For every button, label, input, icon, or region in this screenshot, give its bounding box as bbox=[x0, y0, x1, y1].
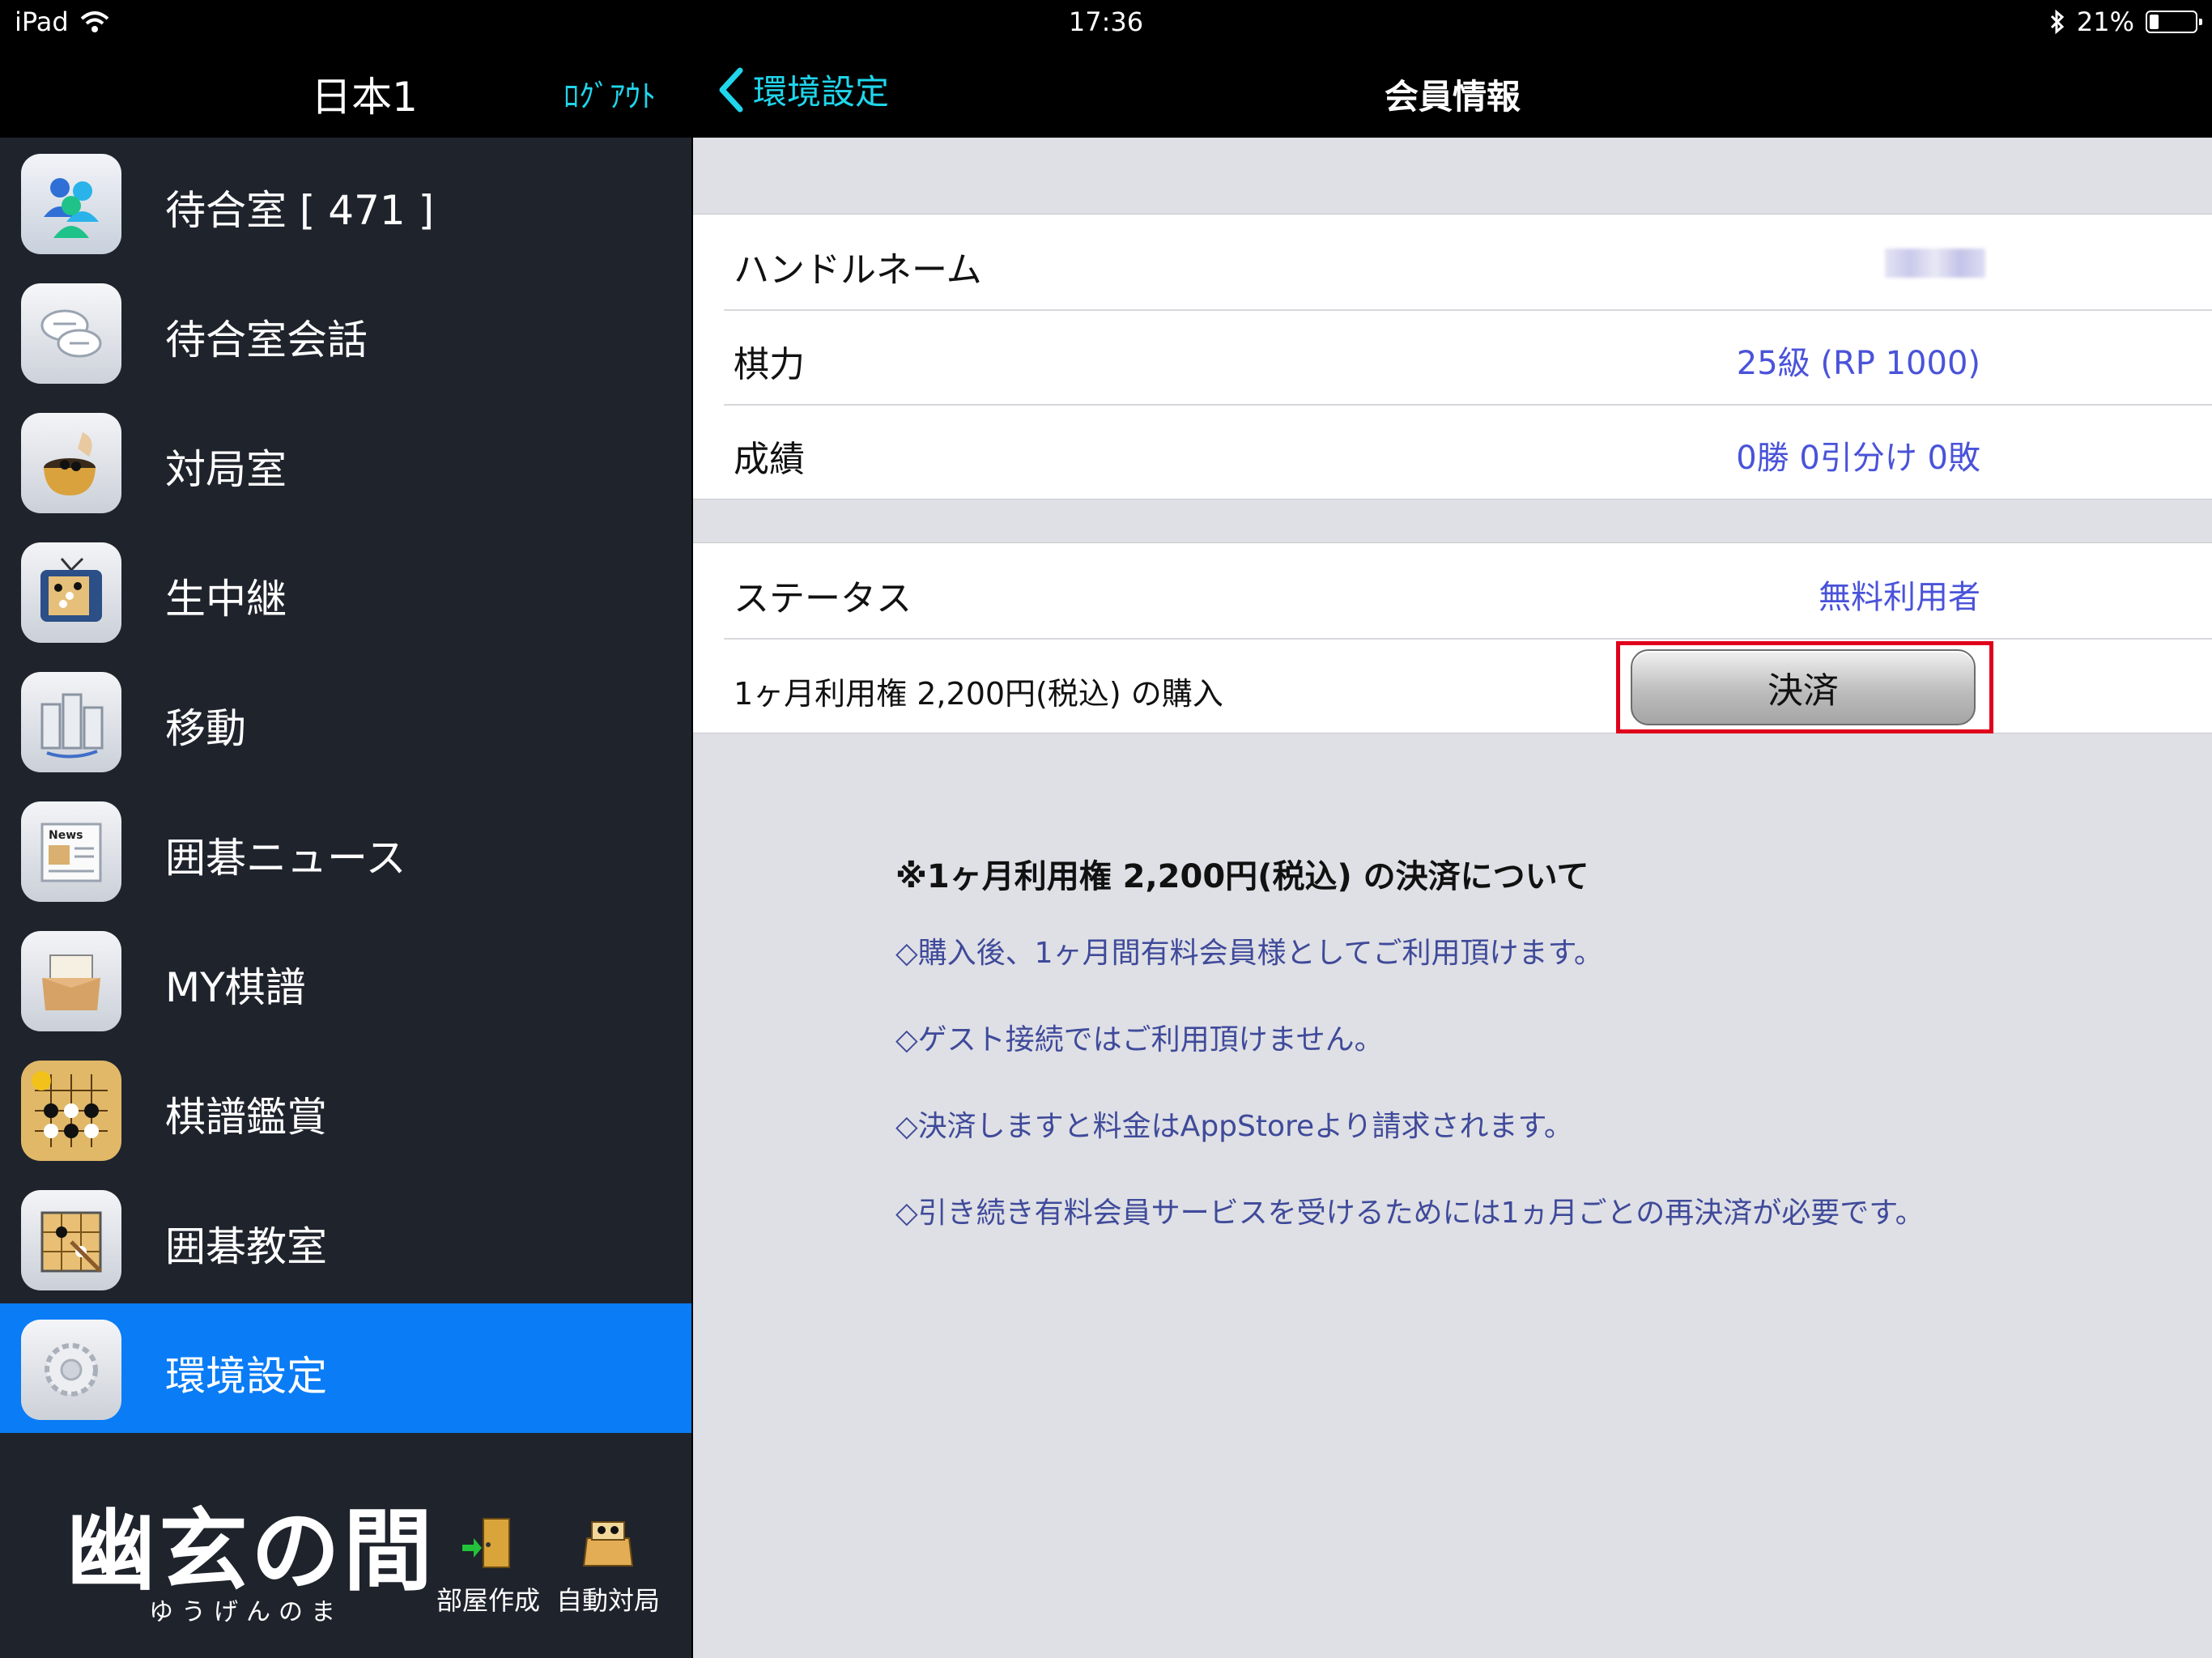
sidebar-footer: 幽玄の間 ゆうげんのま 部屋作成 自動対局 bbox=[0, 1433, 691, 1658]
sidebar-header: 日本1 ﾛｸﾞｱｳﾄ bbox=[0, 45, 691, 138]
sidebar-item-go-classroom[interactable]: 囲碁教室 bbox=[0, 1174, 691, 1303]
auto-match-label: 自動対局 bbox=[555, 1585, 660, 1616]
handle-name-row: ハンドルネーム bbox=[693, 215, 2212, 309]
record-value: 0勝 0引分け 0敗 bbox=[1736, 440, 1980, 477]
go-bowl-icon bbox=[21, 413, 121, 513]
auto-match-icon bbox=[579, 1514, 637, 1572]
sidebar-item-waiting-room-chat[interactable]: 待合室会話 bbox=[0, 267, 691, 397]
go-board-icon bbox=[21, 1061, 121, 1161]
bluetooth-icon bbox=[2050, 9, 2065, 35]
sidebar-item-label: 囲碁教室 bbox=[165, 1223, 327, 1270]
status-label: ステータス bbox=[734, 578, 912, 619]
rank-row: 棋力 25級 (RP 1000) bbox=[693, 309, 2212, 404]
status-time: 17:36 bbox=[1068, 6, 1144, 37]
gear-icon bbox=[21, 1320, 121, 1420]
tv-icon bbox=[21, 542, 121, 643]
sidebar-item-label: 囲碁ニュース bbox=[165, 835, 406, 882]
buildings-icon bbox=[21, 672, 121, 772]
auto-match-button[interactable]: 自動対局 bbox=[547, 1514, 669, 1618]
chat-bubbles-icon bbox=[21, 283, 121, 384]
door-exit-icon bbox=[459, 1514, 517, 1572]
sidebar-item-label: 対局室 bbox=[165, 446, 287, 493]
users-icon bbox=[21, 154, 121, 254]
sidebar-item-label: 生中継 bbox=[165, 576, 287, 623]
pay-button[interactable]: 決済 bbox=[1631, 649, 1976, 725]
notice-line: ◇ゲスト接続ではご利用頂けません。 bbox=[895, 1023, 1384, 1056]
box-icon bbox=[21, 931, 121, 1031]
page-title: 会員情報 bbox=[1384, 77, 1521, 117]
sidebar-item-go-news[interactable]: News 囲碁ニュース bbox=[0, 785, 691, 915]
rank-label: 棋力 bbox=[734, 344, 805, 385]
app-logo: 幽玄の間 bbox=[66, 1499, 436, 1603]
navigation-bar: 環境設定 会員情報 bbox=[693, 45, 2212, 138]
newspaper-icon-text: News bbox=[49, 829, 83, 842]
logout-button[interactable]: ﾛｸﾞｱｳﾄ bbox=[564, 71, 656, 116]
purchase-row: 1ヶ月利用権 2,200円(税込) の購入 決済 bbox=[693, 638, 2212, 733]
rank-value: 25級 (RP 1000) bbox=[1736, 345, 1980, 382]
status-bar-right: 21% bbox=[2049, 6, 2202, 37]
sidebar: 日本1 ﾛｸﾞｱｳﾄ 待合室 [ 471 ] 待合室会話 対局室 生中継 移動 … bbox=[0, 0, 691, 1658]
membership-group: ステータス 無料利用者 1ヶ月利用権 2,200円(税込) の購入 決済 bbox=[693, 542, 2212, 733]
newspaper-icon: News bbox=[21, 801, 121, 902]
notice-title: ※1ヶ月利用権 2,200円(税込) の決済について bbox=[895, 858, 1589, 895]
sidebar-item-live[interactable]: 生中継 bbox=[0, 526, 691, 656]
sidebar-item-label: 待合室会話 bbox=[165, 317, 368, 363]
handle-name-value-redacted bbox=[1885, 249, 1985, 278]
record-label: 成績 bbox=[734, 439, 805, 480]
sidebar-item-record-viewing[interactable]: 棋譜鑑賞 bbox=[0, 1044, 691, 1174]
sidebar-item-label: 待合室 [ 471 ] bbox=[165, 187, 435, 234]
sidebar-item-label: 棋譜鑑賞 bbox=[165, 1094, 327, 1141]
create-room-button[interactable]: 部屋作成 bbox=[428, 1514, 549, 1618]
status-bar: iPad 17:36 21% bbox=[0, 0, 2212, 45]
notice-line: ◇引き続き有料会員サービスを受けるためには1ヵ月ごとの再決済が必要です。 bbox=[895, 1197, 1925, 1230]
create-room-label: 部屋作成 bbox=[436, 1585, 540, 1616]
sidebar-item-label: MY棋譜 bbox=[165, 964, 306, 1011]
notice-line: ◇購入後、1ヶ月間有料会員様としてご利用頂けます。 bbox=[895, 937, 1603, 970]
sidebar-menu: 待合室 [ 471 ] 待合室会話 対局室 生中継 移動 News 囲碁ニュース… bbox=[0, 138, 691, 1433]
battery-icon bbox=[2146, 11, 2202, 33]
sidebar-item-settings[interactable]: 環境設定 bbox=[0, 1303, 691, 1433]
profile-group: ハンドルネーム 棋力 25級 (RP 1000) 成績 0勝 0引分け 0敗 bbox=[693, 214, 2212, 500]
battery-percent: 21% bbox=[2076, 6, 2134, 37]
sidebar-item-waiting-room[interactable]: 待合室 [ 471 ] bbox=[0, 138, 691, 267]
main-panel: 環境設定 会員情報 ハンドルネーム 棋力 25級 (RP 1000) 成績 0勝… bbox=[693, 0, 2212, 1658]
sidebar-item-move[interactable]: 移動 bbox=[0, 656, 691, 785]
status-row: ステータス 無料利用者 bbox=[693, 543, 2212, 638]
payment-notice: ※1ヶ月利用権 2,200円(税込) の決済について ◇購入後、1ヶ月間有料会員… bbox=[895, 850, 2110, 1276]
sidebar-item-my-records[interactable]: MY棋譜 bbox=[0, 915, 691, 1044]
status-value: 無料利用者 bbox=[1819, 579, 1980, 616]
notice-line: ◇決済しますと料金はAppStoreより請求されます。 bbox=[895, 1110, 1573, 1143]
sidebar-item-game-room[interactable]: 対局室 bbox=[0, 397, 691, 526]
classroom-board-icon bbox=[21, 1190, 121, 1290]
app-logo-reading: ゆうげんのま bbox=[149, 1598, 343, 1626]
record-row: 成績 0勝 0引分け 0敗 bbox=[693, 404, 2212, 499]
sidebar-item-label: 環境設定 bbox=[165, 1353, 327, 1400]
sidebar-item-label: 移動 bbox=[165, 705, 246, 752]
handle-name-label: ハンドルネーム bbox=[734, 249, 982, 291]
purchase-label: 1ヶ月利用権 2,200円(税込) の購入 bbox=[734, 676, 1223, 712]
